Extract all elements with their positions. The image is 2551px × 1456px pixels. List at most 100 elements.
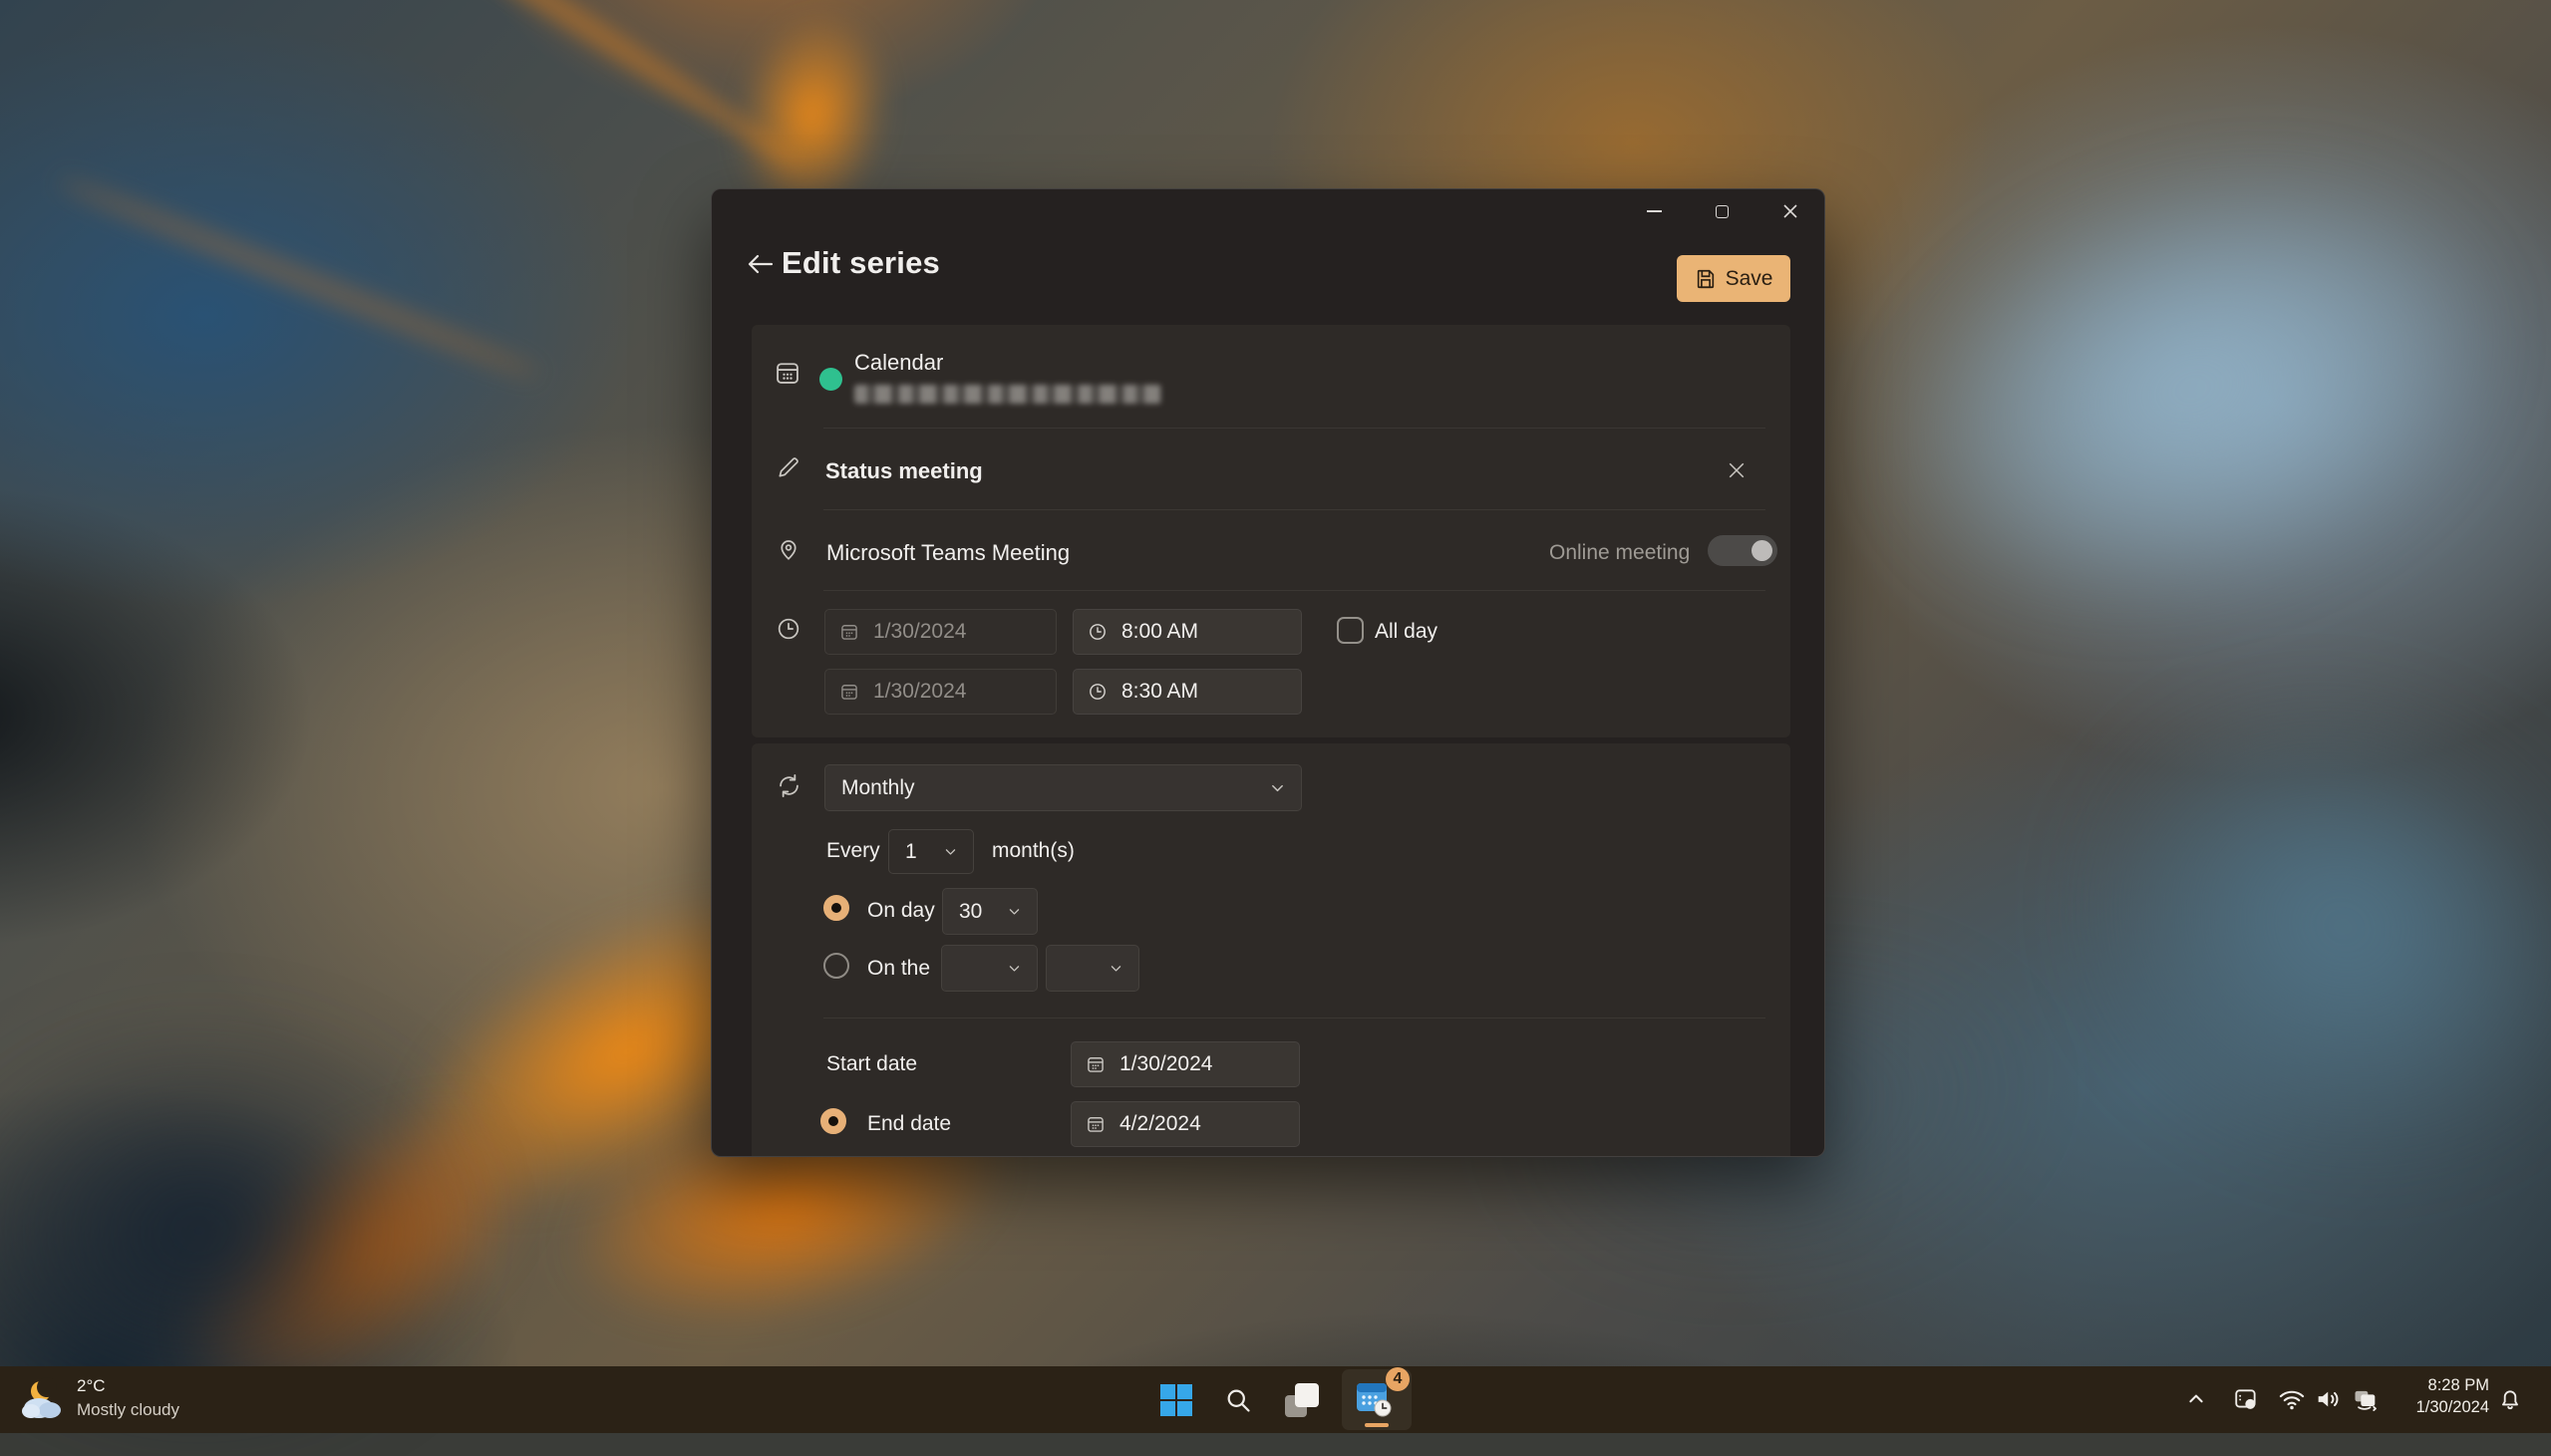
all-day-label: All day — [1375, 620, 1437, 644]
search-button[interactable] — [1220, 1382, 1256, 1418]
on-the-radio[interactable] — [823, 953, 849, 979]
location-pin-icon — [776, 536, 801, 562]
notification-center-button[interactable] — [2492, 1382, 2528, 1416]
event-title-field[interactable]: Status meeting — [825, 458, 983, 484]
chevron-down-icon — [1008, 962, 1021, 975]
clock-field-icon — [1088, 622, 1108, 642]
task-view-button[interactable] — [1284, 1382, 1320, 1418]
maximize-icon — [1716, 205, 1729, 218]
close-icon — [1782, 203, 1798, 219]
series-start-date-value: 1/30/2024 — [1119, 1052, 1212, 1076]
minimize-icon — [1647, 210, 1662, 212]
weather-temperature: 2°C — [77, 1374, 179, 1398]
recurrence-frequency-dropdown[interactable]: Monthly — [824, 764, 1302, 811]
pencil-icon — [776, 454, 801, 480]
chevron-down-icon — [1110, 962, 1122, 975]
taskbar-date: 1/30/2024 — [2416, 1396, 2489, 1418]
chevron-down-icon — [1008, 905, 1021, 918]
series-start-date-field[interactable]: 1/30/2024 — [1071, 1041, 1300, 1087]
all-day-checkbox[interactable] — [1337, 617, 1364, 644]
start-time-value: 8:00 AM — [1121, 620, 1198, 644]
account-email-redacted — [854, 385, 1161, 404]
back-button[interactable] — [742, 249, 778, 281]
end-date-field[interactable]: 1/30/2024 — [824, 669, 1057, 715]
toggle-knob — [1752, 540, 1772, 561]
interval-dropdown[interactable]: 1 — [888, 829, 974, 874]
clock-field-icon — [1088, 682, 1108, 702]
interval-unit-label: month(s) — [992, 839, 1075, 863]
volume-icon — [2314, 1385, 2342, 1413]
on-day-radio[interactable] — [823, 895, 849, 921]
taskbar: 2°C Mostly cloudy 4 — [0, 1366, 2551, 1433]
background-leaf-teal — [1825, 91, 2551, 686]
series-end-date-field[interactable]: 4/2/2024 — [1071, 1101, 1300, 1147]
end-date-value: 1/30/2024 — [873, 680, 966, 704]
calendar-picker-label[interactable]: Calendar — [854, 350, 943, 376]
chevron-down-icon — [1270, 780, 1285, 795]
close-button[interactable] — [1767, 189, 1813, 233]
tray-app-button[interactable] — [2229, 1382, 2263, 1416]
weekday-dropdown[interactable] — [1046, 945, 1139, 992]
day-of-month-dropdown[interactable]: 30 — [942, 888, 1038, 935]
search-icon — [1224, 1386, 1252, 1414]
windows-logo-icon — [1160, 1384, 1192, 1416]
week-ordinal-dropdown[interactable] — [941, 945, 1038, 992]
page-title: Edit series — [782, 245, 940, 281]
clear-title-button[interactable] — [1715, 448, 1758, 492]
every-label: Every — [826, 839, 880, 863]
on-day-label: On day — [867, 899, 935, 923]
taskbar-clock[interactable]: 8:28 PM 1/30/2024 — [2416, 1374, 2489, 1418]
calendar-field-icon — [839, 682, 859, 702]
divider — [823, 509, 1765, 510]
wifi-icon — [2278, 1385, 2306, 1413]
end-time-value: 8:30 AM — [1121, 680, 1198, 704]
background-leaf-teal — [2012, 620, 2551, 1235]
weather-widget[interactable] — [14, 1372, 70, 1426]
save-button-label: Save — [1726, 267, 1773, 291]
series-end-date-label: End date — [867, 1112, 951, 1136]
weather-moon-cloud-icon — [19, 1377, 65, 1421]
calendar-edit-series-window: Edit series Save Calendar Status meeting… — [711, 188, 1825, 1157]
bell-icon — [2497, 1386, 2523, 1412]
divider — [823, 1018, 1765, 1019]
end-date-radio[interactable] — [820, 1108, 846, 1134]
series-start-date-label: Start date — [826, 1052, 917, 1076]
active-app-indicator — [1365, 1423, 1389, 1427]
calendar-field-icon — [1086, 1054, 1106, 1074]
calendar-field-icon — [1086, 1114, 1106, 1134]
volume-button[interactable] — [2311, 1382, 2345, 1416]
start-time-field[interactable]: 8:00 AM — [1073, 609, 1302, 655]
taskbar-time: 8:28 PM — [2416, 1374, 2489, 1396]
start-date-field[interactable]: 1/30/2024 — [824, 609, 1057, 655]
chevron-up-icon — [2187, 1390, 2205, 1408]
end-time-field[interactable]: 8:30 AM — [1073, 669, 1302, 715]
tray-app-icon — [2233, 1386, 2259, 1412]
task-view-icon — [1285, 1383, 1319, 1417]
on-the-label: On the — [867, 957, 930, 981]
tray-sync-button[interactable] — [2348, 1382, 2384, 1416]
clear-icon — [1728, 461, 1746, 479]
weather-condition: Mostly cloudy — [77, 1398, 179, 1422]
start-button[interactable] — [1158, 1382, 1194, 1418]
calendar-badge: 4 — [1386, 1367, 1410, 1391]
start-date-value: 1/30/2024 — [873, 620, 966, 644]
tray-overflow-button[interactable] — [2181, 1384, 2211, 1414]
clock-icon — [776, 616, 801, 642]
location-field[interactable]: Microsoft Teams Meeting — [826, 540, 1070, 566]
calendar-field-icon — [839, 622, 859, 642]
back-arrow-icon — [746, 252, 774, 276]
recurrence-frequency-value: Monthly — [841, 776, 915, 800]
maximize-button[interactable] — [1699, 189, 1745, 233]
calendar-color-dot — [819, 368, 842, 391]
interval-value: 1 — [905, 840, 917, 864]
minimize-button[interactable] — [1631, 189, 1677, 233]
sync-screens-icon — [2352, 1385, 2380, 1413]
series-end-date-value: 4/2/2024 — [1119, 1112, 1201, 1136]
divider — [823, 590, 1765, 591]
calendar-app-button[interactable]: 4 — [1342, 1369, 1412, 1430]
online-meeting-toggle[interactable] — [1708, 535, 1777, 566]
background-branch — [56, 172, 543, 383]
save-button[interactable]: Save — [1677, 255, 1790, 302]
wifi-button[interactable] — [2275, 1382, 2309, 1416]
save-icon — [1695, 268, 1717, 290]
